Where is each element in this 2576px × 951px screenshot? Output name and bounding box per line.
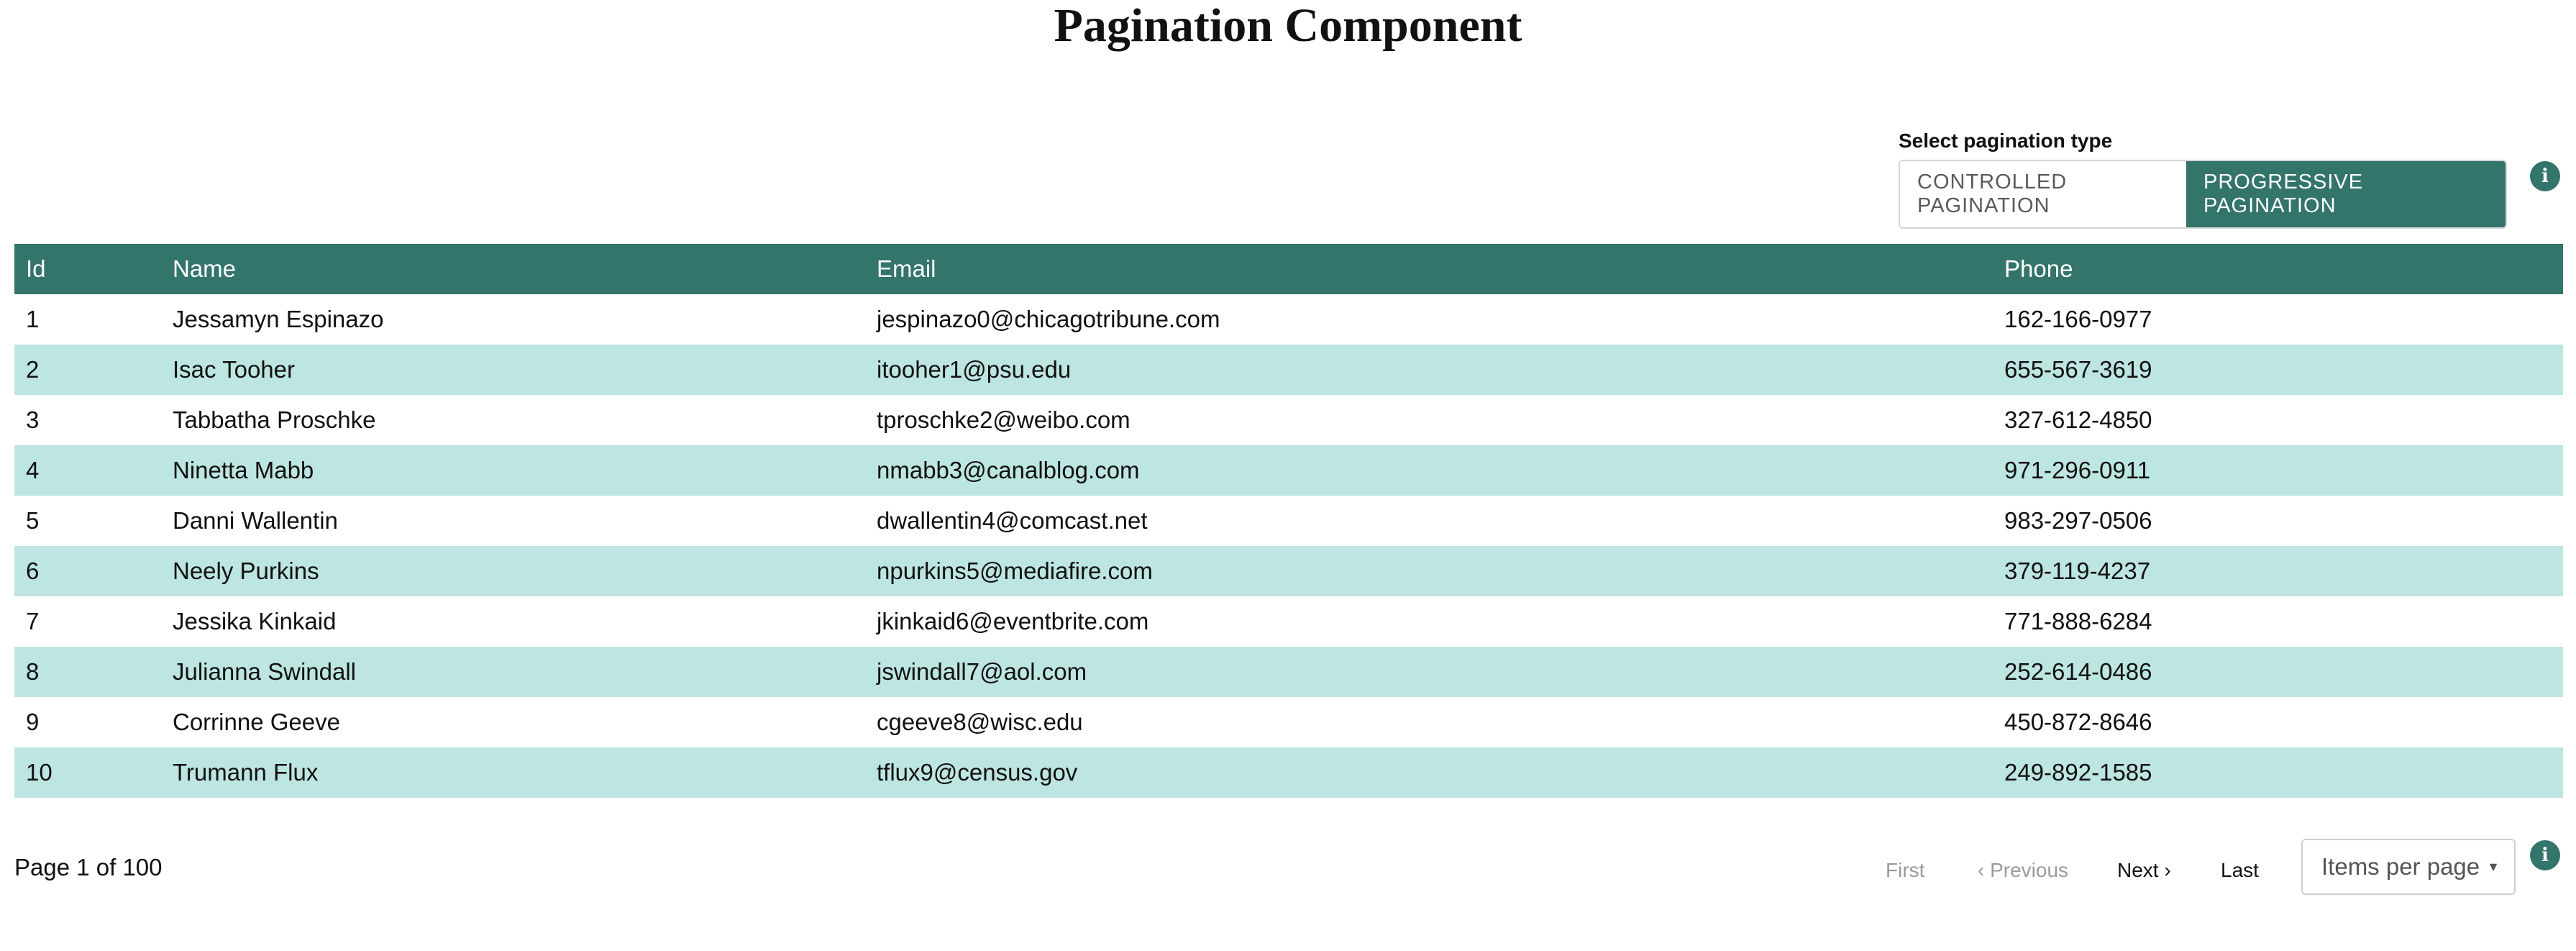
- page: Pagination Component Select pagination t…: [0, 0, 2576, 951]
- cell-id: 8: [14, 647, 161, 697]
- cell-name: Trumann Flux: [161, 747, 865, 798]
- cell-email: tproschke2@weibo.com: [865, 395, 1993, 445]
- cell-email: itooher1@psu.edu: [865, 345, 1993, 395]
- first-page-button[interactable]: First: [1886, 856, 1924, 885]
- cell-email: cgeeve8@wisc.edu: [865, 697, 1993, 747]
- info-icon[interactable]: i: [2530, 840, 2560, 870]
- page-title: Pagination Component: [1054, 0, 1522, 52]
- cell-phone: 379-119-4237: [1993, 546, 2563, 596]
- cell-phone: 450-872-8646: [1993, 697, 2563, 747]
- items-per-page-label: Items per page: [2321, 853, 2480, 880]
- items-per-page-select[interactable]: Items per page ▼: [2301, 839, 2516, 895]
- cell-email: dwallentin4@comcast.net: [865, 496, 1993, 546]
- cell-name: Jessika Kinkaid: [161, 596, 865, 647]
- cell-phone: 983-297-0506: [1993, 496, 2563, 546]
- cell-name: Julianna Swindall: [161, 647, 865, 697]
- table-row: 10 Trumann Flux tflux9@census.gov 249-892-1…: [14, 747, 2563, 798]
- progressive-pagination-button[interactable]: PROGRESSIVE PAGINATION: [2186, 161, 2506, 227]
- cell-name: Corrinne Geeve: [161, 697, 865, 747]
- cell-phone: 252-614-0486: [1993, 647, 2563, 697]
- next-label: Next: [2117, 859, 2159, 881]
- cell-name: Danni Wallentin: [161, 496, 865, 546]
- controlled-pagination-button[interactable]: CONTROLLED PAGINATION: [1900, 161, 2186, 227]
- column-header-phone: Phone: [1993, 244, 2563, 294]
- cell-id: 4: [14, 445, 161, 496]
- cell-email: jswindall7@aol.com: [865, 647, 1993, 697]
- chevron-left-icon: ‹: [1978, 859, 1985, 881]
- cell-phone: 249-892-1585: [1993, 747, 2563, 798]
- table-row: 8 Julianna Swindall jswindall7@aol.com 252-…: [14, 647, 2563, 697]
- page-info: Page 1 of 100: [14, 854, 163, 881]
- next-page-button[interactable]: Next ›: [2117, 856, 2171, 885]
- cell-email: npurkins5@mediafire.com: [865, 546, 1993, 596]
- table-header-row: Id Name Email Phone: [14, 244, 2563, 294]
- info-icon[interactable]: i: [2530, 161, 2560, 191]
- cell-name: Jessamyn Espinazo: [161, 294, 865, 345]
- column-header-id: Id: [14, 244, 161, 294]
- pagination-type-toggle: CONTROLLED PAGINATION PROGRESSIVE PAGINA…: [1899, 160, 2507, 229]
- table-row: 4 Ninetta Mabb nmabb3@canalblog.com 971-296…: [14, 445, 2563, 496]
- cell-email: jkinkaid6@eventbrite.com: [865, 596, 1993, 647]
- table-row: 7 Jessika Kinkaid jkinkaid6@eventbrite.com…: [14, 596, 2563, 647]
- table-row: 9 Corrinne Geeve cgeeve8@wisc.edu 450-872-8…: [14, 697, 2563, 747]
- cell-name: Isac Tooher: [161, 345, 865, 395]
- cell-phone: 162-166-0977: [1993, 294, 2563, 345]
- cell-phone: 771-888-6284: [1993, 596, 2563, 647]
- cell-name: Tabbatha Proschke: [161, 395, 865, 445]
- cell-phone: 971-296-0911: [1993, 445, 2563, 496]
- table-row: 6 Neely Purkins npurkins5@mediafire.com 379…: [14, 546, 2563, 596]
- cell-id: 7: [14, 596, 161, 647]
- cell-phone: 655-567-3619: [1993, 345, 2563, 395]
- cell-id: 2: [14, 345, 161, 395]
- caret-down-icon: ▼: [2487, 859, 2500, 874]
- column-header-email: Email: [865, 244, 1993, 294]
- previous-label: Previous: [1990, 859, 2069, 881]
- table-body: 1 Jessamyn Espinazo jespinazo0@chicagotrib…: [14, 294, 2563, 798]
- cell-name: Ninetta Mabb: [161, 445, 865, 496]
- cell-id: 1: [14, 294, 161, 345]
- column-header-name: Name: [161, 244, 865, 294]
- table-row: 3 Tabbatha Proschke tproschke2@weibo.com 32…: [14, 395, 2563, 445]
- chevron-right-icon: ›: [2164, 859, 2171, 881]
- cell-email: nmabb3@canalblog.com: [865, 445, 1993, 496]
- cell-id: 10: [14, 747, 161, 798]
- users-table: Id Name Email Phone 1 Jessamyn Espinazo je…: [14, 244, 2563, 798]
- cell-name: Neely Purkins: [161, 546, 865, 596]
- pagination-type-label: Select pagination type: [1899, 129, 2113, 152]
- last-page-button[interactable]: Last: [2221, 856, 2259, 885]
- cell-email: jespinazo0@chicagotribune.com: [865, 294, 1993, 345]
- previous-page-button[interactable]: ‹ Previous: [1978, 856, 2068, 885]
- cell-email: tflux9@census.gov: [865, 747, 1993, 798]
- cell-phone: 327-612-4850: [1993, 395, 2563, 445]
- table-row: 2 Isac Tooher itooher1@psu.edu 655-567-3619: [14, 345, 2563, 395]
- cell-id: 6: [14, 546, 161, 596]
- cell-id: 3: [14, 395, 161, 445]
- cell-id: 5: [14, 496, 161, 546]
- cell-id: 9: [14, 697, 161, 747]
- table-row: 5 Danni Wallentin dwallentin4@comcast.net 9…: [14, 496, 2563, 546]
- table-row: 1 Jessamyn Espinazo jespinazo0@chicagotrib…: [14, 294, 2563, 345]
